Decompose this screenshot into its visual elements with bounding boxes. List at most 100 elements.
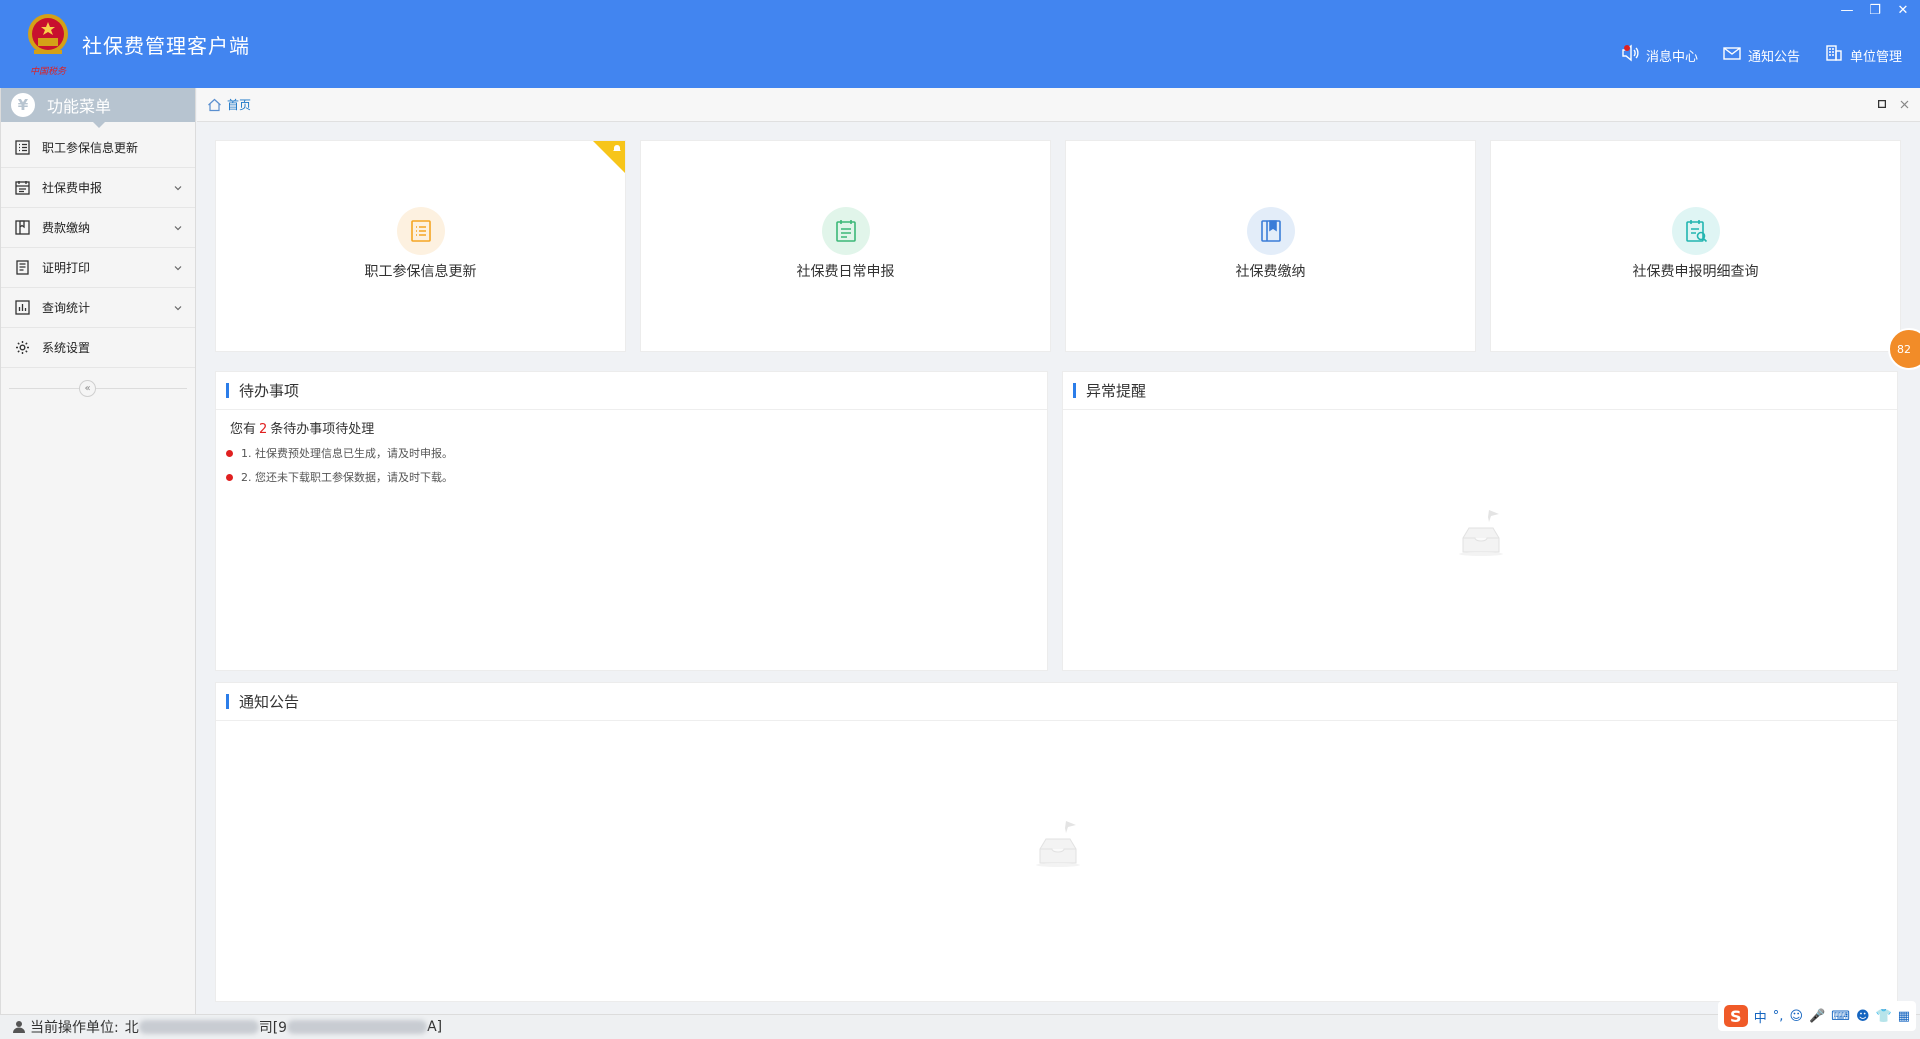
card-label: 社保费日常申报 <box>796 264 895 280</box>
sidebar-item-query-stats[interactable]: 查询统计 <box>1 288 195 328</box>
emoji-icon[interactable]: ☺ <box>1789 1009 1803 1024</box>
redacted-block <box>138 1020 259 1034</box>
card-icon-wrap <box>396 207 445 255</box>
panel-title: 通知公告 <box>239 693 300 711</box>
list-icon <box>410 220 431 242</box>
nav-notices[interactable]: 通知公告 <box>1722 44 1800 66</box>
sidebar-item-declaration[interactable]: 社保费申报 <box>1 168 195 208</box>
card-staff-info-update[interactable]: 职工参保信息更新 <box>215 140 626 352</box>
card-payment[interactable]: 社保费缴纳 <box>1065 140 1476 352</box>
sidebar-item-label: 查询统计 <box>42 301 91 315</box>
sidebar-title: 功能菜单 <box>47 97 112 116</box>
todo-item[interactable]: 1. 社保费预处理信息已生成，请及时申报。 <box>216 437 1047 461</box>
nav-unit-management[interactable]: 单位管理 <box>1824 44 1902 66</box>
status-bar: 当前操作单位: 北 司[9 A] <box>0 1014 1920 1039</box>
todo-summary-prefix: 您有 <box>230 422 257 437</box>
keyboard-icon[interactable]: ⌨ <box>1831 1009 1850 1024</box>
status-label: 当前操作单位: <box>30 1020 119 1036</box>
panel-header: 通知公告 <box>216 683 1897 721</box>
calendar-icon <box>15 181 30 195</box>
todo-summary-suffix: 条待办事项待处理 <box>270 422 375 437</box>
breadcrumb-tools <box>1876 98 1910 110</box>
breadcrumb-bar: 首页 <box>197 88 1920 122</box>
user-icon <box>13 1021 25 1033</box>
unit-name-start: 北 <box>124 1020 139 1036</box>
document-icon <box>16 260 29 275</box>
gear-icon <box>16 341 29 354</box>
list-icon <box>15 140 30 155</box>
sidebar-item-label: 社保费申报 <box>42 181 103 195</box>
ime-toolbar: S 中 °, ☺ 🎤 ⌨ ☻ 👕 ▦ <box>1717 1001 1916 1031</box>
empty-inbox-icon <box>1036 821 1080 867</box>
card-label: 职工参保信息更新 <box>364 264 477 280</box>
close-icon <box>1900 100 1908 108</box>
sidebar-item-system-settings[interactable]: 系统设置 <box>1 328 195 368</box>
speaker-icon <box>1620 44 1640 66</box>
sidebar-collapse-row: « <box>1 368 195 408</box>
notices-panel: 通知公告 <box>215 682 1898 1002</box>
sidebar-item-label: 费款缴纳 <box>42 221 91 235</box>
top-nav: 消息中心 通知公告 单位管理 <box>1620 44 1902 66</box>
card-label: 社保费缴纳 <box>1235 264 1306 280</box>
microphone-icon[interactable]: 🎤 <box>1809 1009 1825 1024</box>
sidebar-item-label: 系统设置 <box>42 341 91 355</box>
shortcut-cards: 职工参保信息更新 社保费日常申报 社保费缴纳 社保费申报明细查询 <box>215 140 1901 352</box>
book-icon <box>1260 220 1281 242</box>
restore-button[interactable]: ❐ <box>1866 2 1884 18</box>
calendar-list-icon <box>835 220 856 242</box>
title-accent-bar <box>1073 383 1076 398</box>
card-icon-wrap <box>1246 207 1295 255</box>
sidebar-header: ¥ 功能菜单 <box>1 88 195 128</box>
breadcrumb-home[interactable]: 首页 <box>207 96 251 113</box>
sidebar-item-staff-info-update[interactable]: 职工参保信息更新 <box>1 128 195 168</box>
chevron-down-icon <box>174 305 182 310</box>
unread-dot <box>1623 45 1630 51</box>
panel-title: 待办事项 <box>239 382 300 400</box>
panel-title: 异常提醒 <box>1086 382 1147 400</box>
yuan-icon: ¥ <box>11 93 35 117</box>
card-daily-declaration[interactable]: 社保费日常申报 <box>640 140 1051 352</box>
sidebar-item-label: 证明打印 <box>42 261 91 275</box>
sidebar-item-payment[interactable]: 费款缴纳 <box>1 208 195 248</box>
app-title: 社保费管理客户端 <box>82 34 250 58</box>
home-icon <box>208 98 221 111</box>
card-icon-wrap <box>1671 207 1720 255</box>
close-button[interactable]: ✕ <box>1894 2 1912 18</box>
todo-count: 2 <box>259 422 268 437</box>
sidebar-item-label: 职工参保信息更新 <box>42 141 139 155</box>
todo-summary: 您有 2 条待办事项待处理 <box>216 410 1047 437</box>
chevron-down-icon <box>174 225 182 230</box>
ime-punct-toggle[interactable]: °, <box>1773 1009 1784 1024</box>
square-icon <box>1878 100 1886 108</box>
card-declaration-detail-query[interactable]: 社保费申报明细查询 <box>1490 140 1901 352</box>
sidebar: ¥ 功能菜单 职工参保信息更新 社保费申报 费款缴纳 证明打印 查询统计 系统设… <box>0 88 196 1014</box>
skin-icon[interactable]: 👕 <box>1876 1009 1892 1024</box>
sogou-ime-logo[interactable]: S <box>1723 1005 1748 1027</box>
todo-item[interactable]: 2. 您还未下载职工参保数据，请及时下载。 <box>216 461 1047 485</box>
tax-emblem-logo: 中国税务 <box>24 10 72 78</box>
grid-menu-icon[interactable]: ▦ <box>1898 1009 1910 1024</box>
user-center-icon[interactable]: ☻ <box>1856 1009 1870 1024</box>
main-content: 职工参保信息更新 社保费日常申报 社保费缴纳 社保费申报明细查询 待办事项 您有… <box>197 123 1920 1014</box>
nav-label: 单位管理 <box>1849 49 1902 65</box>
card-icon-wrap <box>821 207 870 255</box>
bullet-dot <box>226 473 233 481</box>
floating-assistant-badge[interactable]: 82 <box>1888 328 1920 370</box>
title-accent-bar <box>226 383 229 398</box>
envelope-icon <box>1722 44 1742 66</box>
maximize-tab-button[interactable] <box>1876 98 1888 110</box>
app-header: 中国税务 社保费管理客户端 — ❐ ✕ 消息中心 通知公告 单位管理 <box>0 0 1920 88</box>
sidebar-item-certificate-print[interactable]: 证明打印 <box>1 248 195 288</box>
bar-chart-icon <box>15 300 30 315</box>
ime-lang-toggle[interactable]: 中 <box>1754 1007 1767 1026</box>
divider <box>9 388 187 389</box>
close-tab-button[interactable] <box>1898 98 1910 110</box>
nav-message-center[interactable]: 消息中心 <box>1620 44 1698 66</box>
bell-icon <box>613 145 621 151</box>
minimize-button[interactable]: — <box>1838 2 1856 18</box>
unit-name-end: A] <box>427 1019 443 1035</box>
todo-item-text: 1. 社保费预处理信息已生成，请及时申报。 <box>241 447 453 460</box>
collapse-sidebar-button[interactable]: « <box>79 380 96 397</box>
sidebar-menu: 职工参保信息更新 社保费申报 费款缴纳 证明打印 查询统计 系统设置 <box>1 128 195 368</box>
todo-item-text: 2. 您还未下载职工参保数据，请及时下载。 <box>241 471 453 484</box>
